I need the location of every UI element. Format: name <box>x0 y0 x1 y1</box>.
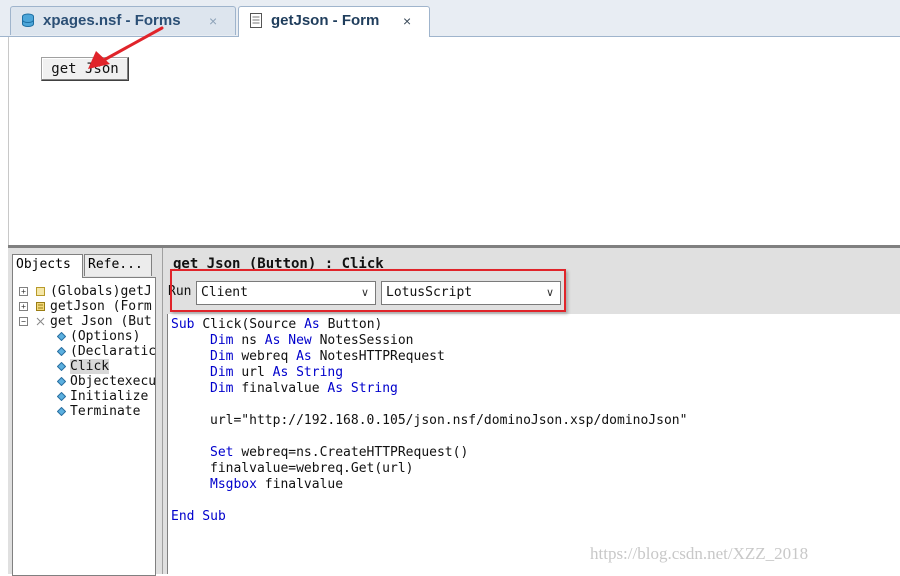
tab-label: getJson - Form <box>271 12 380 29</box>
database-icon <box>22 13 34 27</box>
object-tree: + (Globals)getJ + getJson (Form − get Js… <box>12 277 156 576</box>
code-line: Msgbox finalvalue <box>210 477 344 492</box>
button-object-icon <box>36 317 45 326</box>
language-select[interactable]: LotusScript ∨ <box>381 281 561 305</box>
run-label: Run <box>168 284 192 299</box>
event-icon <box>57 407 66 416</box>
form-icon <box>36 302 45 311</box>
code-line: Set webreq=ns.CreateHTTPRequest() <box>210 445 469 460</box>
event-icon <box>57 392 66 401</box>
close-icon[interactable]: × <box>403 7 411 35</box>
code-line: url="http://192.168.0.105/json.nsf/domin… <box>210 413 688 428</box>
code-line: Dim url As String <box>210 365 344 380</box>
tab-label: xpages.nsf - Forms <box>43 12 181 29</box>
expand-icon[interactable]: + <box>19 287 28 296</box>
code-panel: get Json (Button) : Click Run Client ∨ L… <box>163 248 900 574</box>
event-icon <box>57 332 66 341</box>
tab-objects[interactable]: Objects <box>12 254 83 278</box>
run-target-select[interactable]: Client ∨ <box>196 281 376 305</box>
chevron-down-icon[interactable]: ∨ <box>546 282 554 304</box>
code-line: Dim finalvalue As String <box>210 381 398 396</box>
tab-xpages-forms[interactable]: xpages.nsf - Forms × <box>10 6 236 35</box>
editor-tab-bar: xpages.nsf - Forms × getJson - Form × <box>0 0 900 37</box>
chevron-down-icon[interactable]: ∨ <box>361 282 369 304</box>
form-icon <box>250 13 262 28</box>
tab-getjson-form[interactable]: getJson - Form × <box>238 6 430 37</box>
collapse-icon[interactable]: − <box>19 317 28 326</box>
watermark-text: https://blog.csdn.net/XZZ_2018 <box>590 544 809 563</box>
form-design-canvas[interactable]: get Json <box>8 37 900 245</box>
code-line: Sub Click(Source As Button) <box>171 317 383 332</box>
tab-reference[interactable]: Refe... <box>84 254 152 276</box>
event-icon <box>57 362 66 371</box>
close-icon[interactable]: × <box>209 7 217 35</box>
run-target-value: Client <box>201 285 248 300</box>
objects-panel: Objects Refe... + (Globals)getJ + getJso… <box>8 248 163 576</box>
event-icon <box>57 347 66 356</box>
event-icon <box>57 377 66 386</box>
code-line: Dim ns As New NotesSession <box>210 333 414 348</box>
code-line: Dim webreq As NotesHTTPRequest <box>210 349 445 364</box>
globals-icon <box>36 287 45 296</box>
code-title: get Json (Button) : Click <box>173 256 384 272</box>
get-json-button[interactable]: get Json <box>41 57 129 81</box>
code-line: End Sub <box>171 509 226 524</box>
language-value: LotusScript <box>386 285 473 300</box>
code-line: finalvalue=webreq.Get(url) <box>210 461 414 476</box>
expand-icon[interactable]: + <box>19 302 28 311</box>
